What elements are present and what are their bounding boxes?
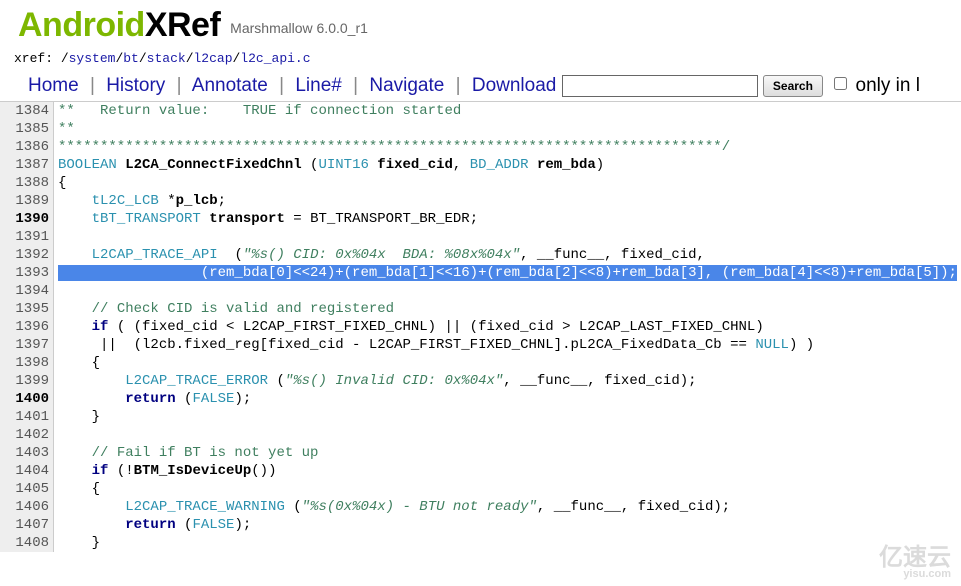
path-segment[interactable]: stack xyxy=(147,51,186,66)
release-subtitle: Marshmallow 6.0.0_r1 xyxy=(230,20,368,36)
path-segment[interactable]: l2c_api.c xyxy=(240,51,310,66)
watermark-sub: yisu.com xyxy=(879,568,951,580)
code-line[interactable]: return (FALSE); xyxy=(58,390,961,408)
code-line[interactable]: L2CAP_TRACE_ERROR ("%s() Invalid CID: 0x… xyxy=(58,372,961,390)
line-number[interactable]: 1407 xyxy=(4,516,49,534)
search-button[interactable]: Search xyxy=(763,75,823,97)
code-line[interactable]: L2CAP_TRACE_WARNING ("%s(0x%04x) - BTU n… xyxy=(58,498,961,516)
line-number[interactable]: 1406 xyxy=(4,498,49,516)
line-number[interactable]: 1395 xyxy=(4,300,49,318)
page-header: AndroidXRef Marshmallow 6.0.0_r1 xyxy=(0,0,961,47)
line-number-link[interactable]: Line# xyxy=(295,75,342,96)
path-separator: / xyxy=(186,51,194,66)
code-line[interactable]: tBT_TRANSPORT transport = BT_TRANSPORT_B… xyxy=(58,210,961,228)
separator: | xyxy=(456,75,461,96)
code-line[interactable]: tL2C_LCB *p_lcb; xyxy=(58,192,961,210)
breadcrumb: xref: /system/bt/stack/l2cap/l2c_api.c xyxy=(0,47,961,70)
code-line[interactable]: ** Return value: TRUE if connection star… xyxy=(58,102,961,120)
path-segment[interactable]: system xyxy=(69,51,116,66)
separator: | xyxy=(279,75,284,96)
line-number[interactable]: 1391 xyxy=(4,228,49,246)
line-number[interactable]: 1390 xyxy=(4,210,49,228)
line-number[interactable]: 1393 xyxy=(4,264,49,282)
line-number[interactable]: 1389 xyxy=(4,192,49,210)
line-number[interactable]: 1408 xyxy=(4,534,49,552)
source-code-view: 1384138513861387138813891390139113921393… xyxy=(0,101,961,552)
separator: | xyxy=(177,75,182,96)
code-line[interactable]: if ( (fixed_cid < L2CAP_FIRST_FIXED_CHNL… xyxy=(58,318,961,336)
separator: | xyxy=(90,75,95,96)
history-link[interactable]: History xyxy=(106,75,165,96)
line-number[interactable]: 1388 xyxy=(4,174,49,192)
code-line[interactable] xyxy=(58,282,961,300)
path-separator: / xyxy=(61,51,69,66)
annotate-link[interactable]: Annotate xyxy=(192,75,268,96)
line-number[interactable]: 1392 xyxy=(4,246,49,264)
logo-part1: Android xyxy=(18,6,145,44)
line-number[interactable]: 1404 xyxy=(4,462,49,480)
xref-prefix: xref: xyxy=(14,51,61,66)
line-number[interactable]: 1403 xyxy=(4,444,49,462)
code-line[interactable]: // Fail if BT is not yet up xyxy=(58,444,961,462)
line-number[interactable]: 1398 xyxy=(4,354,49,372)
line-number[interactable]: 1387 xyxy=(4,156,49,174)
line-number[interactable]: 1394 xyxy=(4,282,49,300)
line-number[interactable]: 1384 xyxy=(4,102,49,120)
code-line[interactable]: { xyxy=(58,480,961,498)
code-line[interactable]: return (FALSE); xyxy=(58,516,961,534)
code-line[interactable]: ** xyxy=(58,120,961,138)
path-separator: / xyxy=(139,51,147,66)
line-number[interactable]: 1396 xyxy=(4,318,49,336)
search-input[interactable] xyxy=(562,75,758,97)
line-number-gutter: 1384138513861387138813891390139113921393… xyxy=(0,101,54,552)
path-segment[interactable]: l2cap xyxy=(194,51,233,66)
line-number[interactable]: 1399 xyxy=(4,372,49,390)
download-link[interactable]: Download xyxy=(472,75,557,96)
code-line[interactable] xyxy=(58,426,961,444)
line-number[interactable]: 1397 xyxy=(4,336,49,354)
code-line[interactable] xyxy=(58,228,961,246)
line-number[interactable]: 1386 xyxy=(4,138,49,156)
logo[interactable]: AndroidXRef xyxy=(18,6,220,45)
code-line[interactable]: } xyxy=(58,408,961,426)
code-line[interactable]: if (!BTM_IsDeviceUp()) xyxy=(58,462,961,480)
code-line[interactable]: L2CAP_TRACE_API ("%s() CID: 0x%04x BDA: … xyxy=(58,246,961,264)
code-line[interactable]: ****************************************… xyxy=(58,138,961,156)
path-segment[interactable]: bt xyxy=(123,51,139,66)
home-link[interactable]: Home xyxy=(28,75,79,96)
only-in-label: only in l xyxy=(856,75,920,96)
separator: | xyxy=(353,75,358,96)
toolbar: Home | History | Annotate | Line# | Navi… xyxy=(0,70,961,101)
code-line[interactable]: // Check CID is valid and registered xyxy=(58,300,961,318)
source-code-lines[interactable]: ** Return value: TRUE if connection star… xyxy=(54,101,961,552)
line-number[interactable]: 1400 xyxy=(4,390,49,408)
code-line[interactable]: || (l2cb.fixed_reg[fixed_cid - L2CAP_FIR… xyxy=(58,336,961,354)
line-number[interactable]: 1402 xyxy=(4,426,49,444)
line-number[interactable]: 1385 xyxy=(4,120,49,138)
line-number[interactable]: 1405 xyxy=(4,480,49,498)
code-line[interactable]: } xyxy=(58,534,961,552)
line-number[interactable]: 1401 xyxy=(4,408,49,426)
logo-part2: XRef xyxy=(145,6,220,44)
code-line[interactable]: BOOLEAN L2CA_ConnectFixedChnl (UINT16 fi… xyxy=(58,156,961,174)
navigate-link[interactable]: Navigate xyxy=(369,75,444,96)
code-line[interactable]: (rem_bda[0]<<24)+(rem_bda[1]<<16)+(rem_b… xyxy=(58,264,961,282)
code-line[interactable]: { xyxy=(58,174,961,192)
code-line[interactable]: { xyxy=(58,354,961,372)
only-in-checkbox[interactable] xyxy=(834,77,847,90)
